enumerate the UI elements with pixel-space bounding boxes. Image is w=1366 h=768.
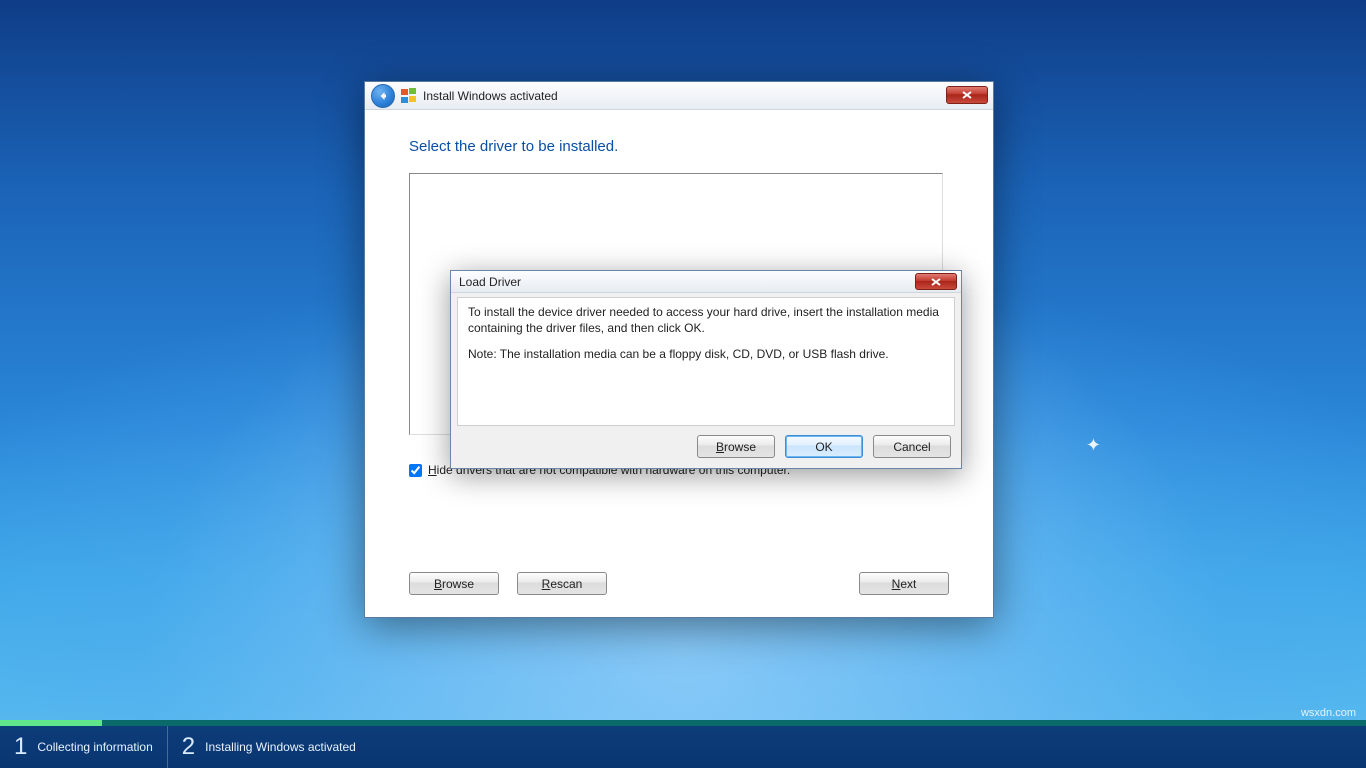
dialog-text-2: Note: The installation media can be a fl… [468,346,944,362]
close-icon [962,91,972,99]
rescan-button[interactable]: Rescan [517,572,607,595]
step-1-number: 1 [14,733,27,761]
window-title: Install Windows activated [423,89,558,103]
source-watermark: wsxdn.com [1301,707,1356,719]
setup-steps-bar: 1 Collecting information 2 Installing Wi… [0,726,1366,768]
dialog-close-button[interactable] [915,273,957,290]
dialog-buttons: Browse OK Cancel [697,435,951,458]
dialog-title: Load Driver [459,275,521,289]
step-2-number: 2 [182,733,195,761]
close-icon [931,278,941,286]
dialog-cancel-button[interactable]: Cancel [873,435,951,458]
step-2-label: Installing Windows activated [205,740,356,754]
window-titlebar: Install Windows activated [365,82,993,110]
back-arrow-icon [377,90,389,102]
decorative-bird: ✦ [1086,435,1101,456]
hide-label-accel: H [428,463,437,477]
back-button[interactable] [371,84,395,108]
dialog-titlebar: Load Driver [451,271,961,293]
step-separator [167,726,168,768]
load-driver-dialog: Load Driver To install the device driver… [450,270,962,469]
dialog-browse-button[interactable]: Browse [697,435,775,458]
dialog-ok-button[interactable]: OK [785,435,863,458]
page-heading: Select the driver to be installed. [409,138,949,155]
browse-button[interactable]: Browse [409,572,499,595]
desktop-background: ✦ Install Windows activated Select the d… [0,0,1366,768]
hide-incompatible-checkbox[interactable] [409,464,422,477]
next-button[interactable]: Next [859,572,949,595]
windows-flag-icon [401,88,417,104]
window-footer-buttons: Browse Rescan Next [409,572,949,595]
dialog-text-1: To install the device driver needed to a… [468,304,944,336]
step-1-label: Collecting information [37,740,152,754]
dialog-body: To install the device driver needed to a… [457,297,955,426]
window-close-button[interactable] [946,86,988,104]
